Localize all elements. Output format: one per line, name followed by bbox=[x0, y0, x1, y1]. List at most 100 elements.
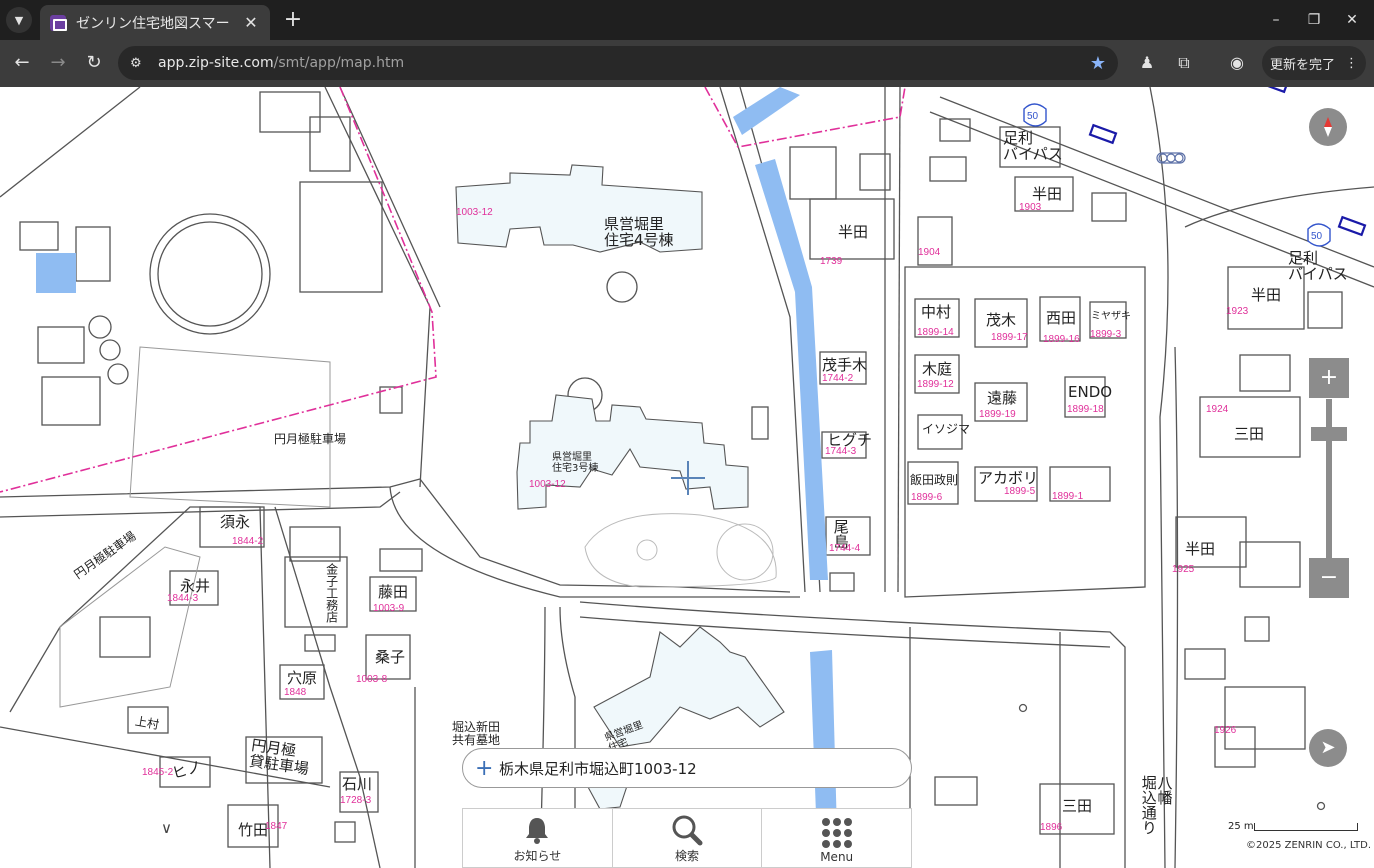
search-icon bbox=[671, 813, 703, 847]
lot-number: 1926 bbox=[1214, 725, 1237, 736]
building-label: アカボリ bbox=[978, 469, 1039, 487]
route-number: 50 bbox=[1311, 231, 1323, 242]
lot-number: 1899-18 bbox=[1067, 404, 1104, 415]
building-label: 藤田 bbox=[378, 583, 409, 601]
close-window-button[interactable]: ✕ bbox=[1340, 8, 1364, 32]
restore-button[interactable]: ❐ bbox=[1302, 8, 1326, 32]
extensions-puzzle-icon[interactable]: ⧉ bbox=[1172, 51, 1196, 75]
building-label: 県営堀里 住宅3号棟 bbox=[552, 452, 599, 474]
lot-number: 1896 bbox=[1040, 822, 1063, 833]
building-label: 桑子 bbox=[375, 648, 406, 666]
map-view[interactable]: 50 50 県営堀里 住宅4号棟 半田 中村 茂木 西田 ミヤザキ 茂手木 木庭… bbox=[0, 87, 1374, 868]
browser-toolbar: ← → ↻ ⚙ app.zip-site.com /smt/app/map.ht… bbox=[0, 40, 1374, 87]
road-label: 八幡 堀込通り bbox=[1139, 775, 1174, 835]
menu-label: Menu bbox=[820, 850, 854, 864]
menu-button[interactable]: Menu bbox=[762, 809, 911, 867]
address-bar[interactable]: ⚙ app.zip-site.com /smt/app/map.htm ★ bbox=[118, 46, 1118, 80]
more-menu-icon: ⋮ bbox=[1345, 55, 1358, 71]
lot-number: 1899-3 bbox=[1090, 329, 1122, 340]
lot-number: 1925 bbox=[1172, 564, 1195, 575]
update-label: 更新を完了 bbox=[1269, 57, 1335, 73]
cemetery-label: 堀込新田 共有墓地 bbox=[452, 720, 501, 747]
lot-number: 1899-1 bbox=[1052, 491, 1084, 502]
reload-button[interactable]: ↻ bbox=[81, 50, 107, 76]
building-label: イソジマ bbox=[922, 422, 971, 436]
center-crosshair-icon bbox=[671, 461, 705, 495]
building-label: 金子工務店 bbox=[324, 563, 339, 623]
lot-number: 1899-12 bbox=[917, 379, 954, 390]
lot-number: 1744-3 bbox=[825, 446, 857, 457]
building-label: 西田 bbox=[1046, 309, 1077, 327]
lot-number: 1845-2 bbox=[142, 767, 174, 778]
address-text: 栃木県足利市堀込町1003-12 bbox=[499, 759, 697, 778]
url-host: app.zip-site.com bbox=[158, 55, 274, 71]
lot-number: 1744-2 bbox=[822, 373, 854, 384]
zoom-slider-thumb[interactable] bbox=[1311, 427, 1347, 441]
building-label: ENDO bbox=[1068, 383, 1113, 401]
update-button[interactable]: 更新を完了 ⋮ bbox=[1262, 46, 1366, 80]
building-label: 須永 bbox=[220, 513, 251, 531]
notifications-button[interactable]: お知らせ bbox=[463, 809, 613, 867]
lot-number: 1844-2 bbox=[232, 536, 264, 547]
map-scale: 25 m bbox=[1228, 821, 1360, 835]
bookmark-star-icon[interactable]: ★ bbox=[1090, 53, 1106, 74]
plus-icon: + bbox=[475, 755, 494, 781]
navigation-arrow-icon: ➤ bbox=[1320, 737, 1336, 758]
compass-icon bbox=[1324, 117, 1332, 137]
notifications-label: お知らせ bbox=[513, 849, 562, 863]
search-button[interactable]: 検索 bbox=[613, 809, 763, 867]
lot-number: 1847 bbox=[265, 821, 288, 832]
site-info-icon[interactable]: ⚙ bbox=[130, 56, 158, 71]
lot-number: 1848 bbox=[284, 687, 307, 698]
bottom-menu: お知らせ 検索 Menu bbox=[462, 808, 912, 868]
grid-menu-icon bbox=[820, 816, 854, 850]
lot-number: 1899-14 bbox=[917, 327, 954, 338]
zoom-out-button[interactable]: − bbox=[1309, 558, 1349, 598]
building-label: 半田 bbox=[1032, 185, 1063, 203]
copyright: ©2025 ZENRIN CO., LTD. bbox=[1246, 840, 1371, 851]
profile-icon[interactable]: ◉ bbox=[1225, 51, 1249, 75]
address-bar[interactable]: + 栃木県足利市堀込町1003-12 bbox=[462, 748, 912, 788]
building-label: 木庭 bbox=[922, 360, 953, 378]
building-label: 半田 bbox=[1251, 286, 1282, 304]
lot-number: 1003-9 bbox=[373, 603, 405, 614]
current-location-button[interactable]: ➤ bbox=[1309, 729, 1347, 767]
lot-number: 1899-19 bbox=[979, 409, 1016, 420]
lot-number: 1728-3 bbox=[340, 795, 372, 806]
lot-number: 1923 bbox=[1226, 306, 1249, 317]
browser-tab[interactable]: ゼンリン住宅地図スマー ✕ bbox=[40, 5, 270, 40]
chevron-down-icon[interactable]: ∨ bbox=[161, 820, 172, 837]
lot-number: 1003-12 bbox=[529, 479, 566, 490]
forward-button[interactable]: → bbox=[45, 50, 71, 76]
building-label: ミヤザキ bbox=[1091, 311, 1131, 322]
scale-label: 25 m bbox=[1228, 821, 1254, 832]
zoom-in-button[interactable]: + bbox=[1309, 358, 1349, 398]
zoom-slider[interactable] bbox=[1326, 399, 1332, 559]
extension-agent-icon[interactable]: ♟ bbox=[1135, 51, 1159, 75]
lot-number: 1903 bbox=[1019, 202, 1042, 213]
lot-number: 1739 bbox=[820, 256, 843, 267]
building-label: 石川 bbox=[342, 775, 373, 793]
tab-strip: ▼ ゼンリン住宅地図スマー ✕ + – ❐ ✕ bbox=[0, 0, 1374, 40]
building-label: 三田 bbox=[1062, 797, 1093, 815]
minimize-button[interactable]: – bbox=[1264, 8, 1288, 32]
building-label: 遠藤 bbox=[987, 389, 1018, 407]
lot-number: 1924 bbox=[1206, 404, 1229, 415]
lot-number: 1899-17 bbox=[991, 332, 1028, 343]
bell-icon bbox=[522, 813, 552, 847]
compass-button[interactable] bbox=[1309, 108, 1347, 146]
new-tab-button[interactable]: + bbox=[280, 7, 306, 33]
search-label: 検索 bbox=[675, 849, 700, 863]
chevron-down-icon: ▼ bbox=[14, 13, 24, 27]
lot-number: 1744-4 bbox=[829, 543, 861, 554]
road-label: 足利 バイパス bbox=[1288, 249, 1348, 283]
close-tab-icon[interactable]: ✕ bbox=[242, 13, 260, 32]
building-label: 茂手木 bbox=[822, 356, 868, 374]
road-label: 足利 バイパス bbox=[1003, 129, 1063, 163]
site-favicon-icon bbox=[50, 14, 67, 31]
tab-search-button[interactable]: ▼ bbox=[6, 7, 32, 33]
building-label: 三田 bbox=[1234, 425, 1265, 443]
back-button[interactable]: ← bbox=[9, 50, 35, 76]
tab-title: ゼンリン住宅地図スマー bbox=[76, 15, 230, 32]
building-label: 飯田政則 bbox=[910, 473, 959, 487]
